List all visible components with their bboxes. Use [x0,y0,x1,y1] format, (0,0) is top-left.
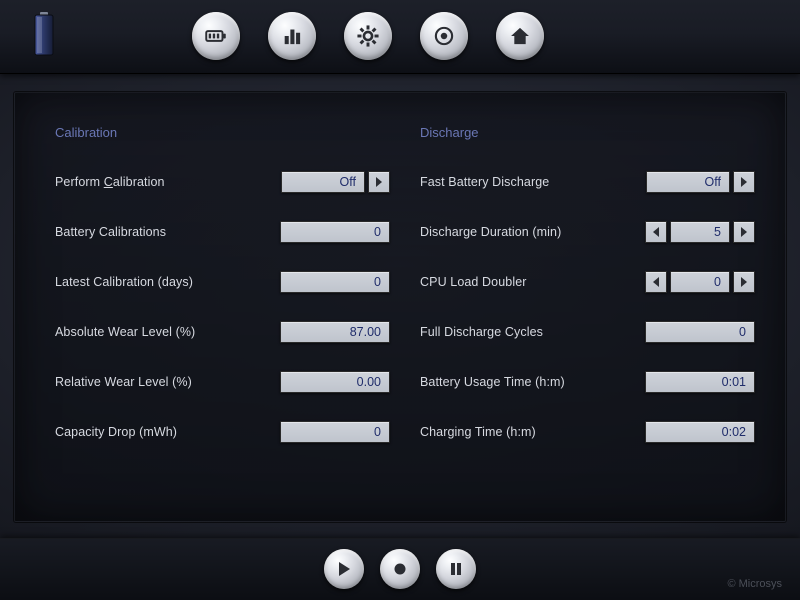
gear-icon [355,23,381,49]
row-relative-wear: Relative Wear Level (%) 0.00 [55,368,390,396]
value-full-cycles: 0 [645,321,755,343]
copyright-text: © Microsys [727,578,782,590]
duration-decrement-button[interactable] [645,221,667,243]
row-battery-calibrations: Battery Calibrations 0 [55,218,390,246]
label-battery-calibrations: Battery Calibrations [55,225,280,239]
label-capacity-drop: Capacity Drop (mWh) [55,425,280,439]
value-charging-time: 0:02 [645,421,755,443]
play-button[interactable] [324,549,364,589]
battery-logo-icon [32,12,56,56]
label-usage-time: Battery Usage Time (h:m) [420,375,645,389]
value-cpu-doubler[interactable]: 0 [670,271,730,293]
row-perform-calibration: Perform Calibration Off [55,168,390,196]
label-cpu-doubler: CPU Load Doubler [420,275,645,289]
doubler-increment-button[interactable] [733,271,755,293]
value-usage-time: 0:01 [645,371,755,393]
home-icon [507,23,533,49]
row-capacity-drop: Capacity Drop (mWh) 0 [55,418,390,446]
battery-icon [203,23,229,49]
pause-icon [448,561,464,577]
duration-increment-button[interactable] [733,221,755,243]
row-latest-calibration: Latest Calibration (days) 0 [55,268,390,296]
nav-settings-button[interactable] [344,12,392,60]
label-relative-wear: Relative Wear Level (%) [55,375,280,389]
doubler-decrement-button[interactable] [645,271,667,293]
value-battery-calibrations: 0 [280,221,390,243]
row-cpu-doubler: CPU Load Doubler 0 [420,268,755,296]
value-latest-calibration: 0 [280,271,390,293]
bottom-bar: © Microsys [0,538,800,600]
main-panel: Calibration Perform Calibration Off Batt… [14,92,786,522]
label-fast-discharge: Fast Battery Discharge [420,175,646,189]
record-button[interactable] [380,549,420,589]
value-relative-wear: 0.00 [280,371,390,393]
nav-target-button[interactable] [420,12,468,60]
pause-button[interactable] [436,549,476,589]
row-charging-time: Charging Time (h:m) 0:02 [420,418,755,446]
chevron-left-icon [652,277,660,287]
calibration-section: Calibration Perform Calibration Off Batt… [55,125,390,501]
row-absolute-wear: Absolute Wear Level (%) 87.00 [55,318,390,346]
value-perform-calibration[interactable]: Off [281,171,365,193]
value-discharge-duration[interactable]: 5 [670,221,730,243]
value-capacity-drop: 0 [280,421,390,443]
toolbar [0,0,800,74]
discharge-title: Discharge [420,125,755,140]
label-discharge-duration: Discharge Duration (min) [420,225,645,239]
row-full-cycles: Full Discharge Cycles 0 [420,318,755,346]
label-latest-calibration: Latest Calibration (days) [55,275,280,289]
label-charging-time: Charging Time (h:m) [420,425,645,439]
target-icon [431,23,457,49]
row-usage-time: Battery Usage Time (h:m) 0:01 [420,368,755,396]
chevron-right-icon [740,277,748,287]
label-absolute-wear: Absolute Wear Level (%) [55,325,280,339]
nav-battery-button[interactable] [192,12,240,60]
value-fast-discharge[interactable]: Off [646,171,730,193]
row-fast-discharge: Fast Battery Discharge Off [420,168,755,196]
chevron-right-icon [740,177,748,187]
chevron-left-icon [652,227,660,237]
play-icon [336,561,352,577]
bar-chart-icon [279,23,305,49]
chevron-right-icon [375,177,383,187]
calibration-title: Calibration [55,125,390,140]
fast-discharge-next-button[interactable] [733,171,755,193]
perform-calibration-next-button[interactable] [368,171,390,193]
discharge-section: Discharge Fast Battery Discharge Off Dis… [420,125,755,501]
record-icon [392,561,408,577]
row-discharge-duration: Discharge Duration (min) 5 [420,218,755,246]
nav-stats-button[interactable] [268,12,316,60]
value-absolute-wear: 87.00 [280,321,390,343]
nav-home-button[interactable] [496,12,544,60]
chevron-right-icon [740,227,748,237]
label-perform-calibration: Perform Calibration [55,175,281,189]
label-full-cycles: Full Discharge Cycles [420,325,645,339]
